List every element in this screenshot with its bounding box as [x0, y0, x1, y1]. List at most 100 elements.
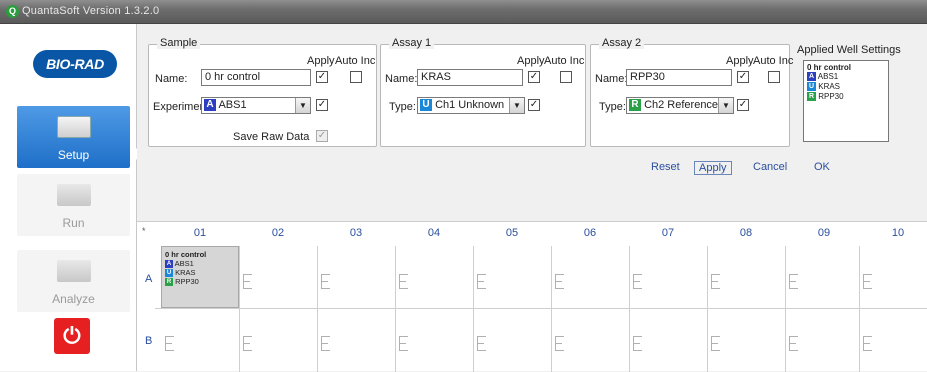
nav-analyze-button[interactable]: Analyze	[17, 250, 130, 312]
well-a03[interactable]	[321, 274, 330, 289]
cancel-button[interactable]: Cancel	[753, 161, 787, 173]
grid-line	[785, 246, 786, 372]
grid-line	[395, 246, 396, 372]
ok-button[interactable]: OK	[814, 161, 830, 173]
well-a04[interactable]	[399, 274, 408, 289]
well-b08[interactable]	[711, 336, 720, 351]
unknown-badge-icon: U	[807, 82, 816, 92]
assay1-type-apply-checkbox[interactable]: ✓	[528, 99, 540, 111]
column-header[interactable]: 04	[395, 227, 473, 239]
experiment-select[interactable]: A ABS1 ▼	[201, 97, 311, 114]
assay1-type-select[interactable]: U Ch1 Unknown ▼	[417, 97, 525, 114]
run-icon	[57, 184, 91, 206]
well-a08[interactable]	[711, 274, 720, 289]
sample-apply-header: Apply	[307, 55, 335, 67]
grid-line	[859, 246, 860, 372]
experiment-apply-checkbox[interactable]: ✓	[316, 99, 328, 111]
plate-icon	[57, 116, 91, 138]
assay1-apply-header: Apply	[517, 55, 545, 67]
reference-badge-icon: R	[165, 278, 173, 287]
well-b05[interactable]	[477, 336, 486, 351]
assay1-name-autoinc-checkbox[interactable]	[560, 71, 572, 83]
save-raw-data-checkbox[interactable]: ✓	[316, 130, 328, 142]
nav-setup-button[interactable]: Setup	[17, 106, 130, 168]
reference-badge-icon: R	[629, 99, 641, 112]
well-a10[interactable]	[863, 274, 872, 289]
nav-run-label: Run	[62, 216, 85, 230]
column-header[interactable]: 07	[629, 227, 707, 239]
well-a01[interactable]: 0 hr control A ABS1 U KRAS R RPP30	[161, 246, 239, 308]
well-a07[interactable]	[633, 274, 642, 289]
experiment-value: ABS1	[218, 99, 247, 111]
nav-analyze-label: Analyze	[52, 292, 95, 306]
window-title: QuantaSoft Version 1.3.2.0	[22, 5, 160, 17]
unknown-badge-icon: U	[420, 99, 432, 112]
apply-button[interactable]: Apply	[694, 161, 732, 175]
assay2-name-field[interactable]: RPP30	[626, 69, 732, 86]
assay1-legend: Assay 1	[389, 37, 435, 49]
well-b03[interactable]	[321, 336, 330, 351]
nav-setup-label: Setup	[57, 148, 90, 162]
quantasoft-window: Q QuantaSoft Version 1.3.2.0 BIO-RAD Set…	[0, 0, 927, 372]
assay1-type-label: Type:	[389, 101, 416, 113]
assay1-name-field[interactable]: KRAS	[417, 69, 523, 86]
analyze-icon	[57, 260, 91, 282]
power-icon[interactable]: ⏻	[54, 318, 90, 354]
sample-name-apply-checkbox[interactable]: ✓	[316, 71, 328, 83]
well-b09[interactable]	[789, 336, 798, 351]
assay1-name-apply-checkbox[interactable]: ✓	[528, 71, 540, 83]
assay2-type-apply-checkbox[interactable]: ✓	[737, 99, 749, 111]
sample-name-autoinc-checkbox[interactable]	[350, 71, 362, 83]
column-header[interactable]: 03	[317, 227, 395, 239]
column-header[interactable]: 08	[707, 227, 785, 239]
assay2-type-select[interactable]: R Ch2 Reference ▼	[626, 97, 734, 114]
grid-line	[239, 246, 240, 372]
well-b06[interactable]	[555, 336, 564, 351]
well-b01[interactable]	[165, 336, 174, 351]
column-header[interactable]: 09	[785, 227, 863, 239]
well-a09[interactable]	[789, 274, 798, 289]
well-a02[interactable]	[243, 274, 252, 289]
sample-name-label: Name:	[155, 73, 188, 85]
bio-rad-logo: BIO-RAD	[33, 50, 117, 78]
well-b10[interactable]	[863, 336, 872, 351]
active-nav-caret-icon	[131, 148, 137, 160]
well-b07[interactable]	[633, 336, 642, 351]
select-all-corner[interactable]: *	[142, 226, 146, 236]
row-header[interactable]: A	[145, 273, 152, 285]
column-header[interactable]: 01	[161, 227, 239, 239]
column-header[interactable]: 02	[239, 227, 317, 239]
sample-legend: Sample	[157, 37, 201, 49]
applied-row-text: KRAS	[818, 82, 841, 91]
well-line-text: ABS1	[174, 259, 194, 268]
well-b02[interactable]	[243, 336, 252, 351]
grid-line	[707, 246, 708, 372]
nav-run-button[interactable]: Run	[17, 174, 130, 236]
experiment-badge-icon: A	[165, 260, 173, 269]
applied-settings-box: 0 hr control A ABS1 U KRAS R RPP30	[803, 60, 889, 142]
column-header[interactable]: 10	[859, 227, 927, 239]
reset-button[interactable]: Reset	[651, 161, 680, 173]
sample-name-field[interactable]: 0 hr control	[201, 69, 311, 86]
grid-line	[551, 246, 552, 372]
assay2-name-autoinc-checkbox[interactable]	[768, 71, 780, 83]
well-a06[interactable]	[555, 274, 564, 289]
assay2-name-apply-checkbox[interactable]: ✓	[737, 71, 749, 83]
applied-sample-name: 0 hr control	[807, 63, 852, 72]
column-header[interactable]: 05	[473, 227, 551, 239]
assay2-name-label: Name:	[595, 73, 628, 85]
well-b04[interactable]	[399, 336, 408, 351]
experiment-badge-icon: A	[807, 72, 816, 82]
assay2-autoinc-header: Auto Inc	[753, 55, 794, 67]
reference-badge-icon: R	[807, 92, 816, 102]
assay1-group: Assay 1 Apply Auto Inc Name: KRAS ✓ Type…	[380, 37, 586, 147]
row-header[interactable]: B	[145, 335, 152, 347]
chevron-down-icon: ▼	[509, 98, 524, 113]
title-bar: Q QuantaSoft Version 1.3.2.0	[0, 0, 927, 24]
well-a05[interactable]	[477, 274, 486, 289]
sidebar: BIO-RAD Setup Run Analyze ⏻	[0, 24, 137, 371]
column-header[interactable]: 06	[551, 227, 629, 239]
assay2-apply-header: Apply	[726, 55, 754, 67]
applied-row-text: RPP30	[818, 92, 844, 101]
well-line-text: KRAS	[175, 268, 196, 278]
